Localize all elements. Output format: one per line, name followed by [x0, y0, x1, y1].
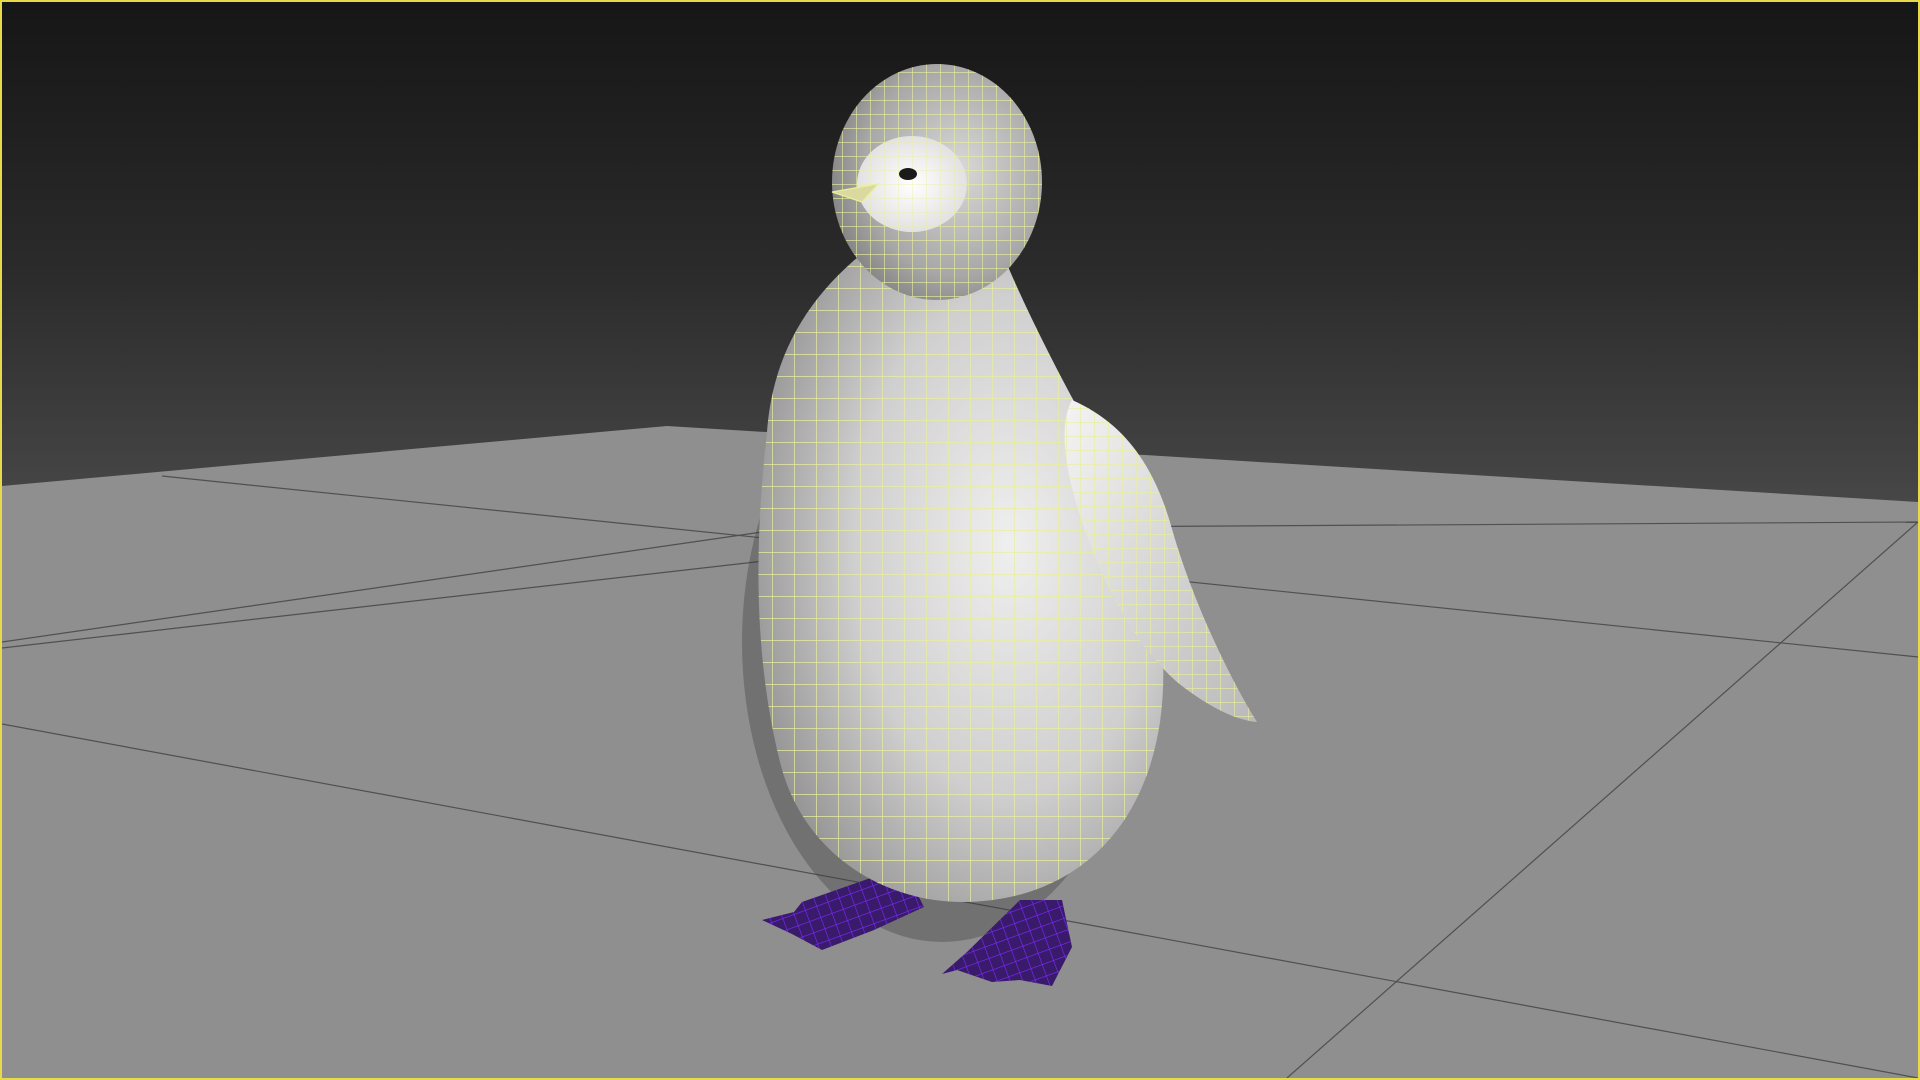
viewport-scene[interactable]	[2, 2, 1918, 1078]
penguin-eye	[899, 168, 917, 180]
3d-viewport[interactable]	[0, 0, 1920, 1080]
